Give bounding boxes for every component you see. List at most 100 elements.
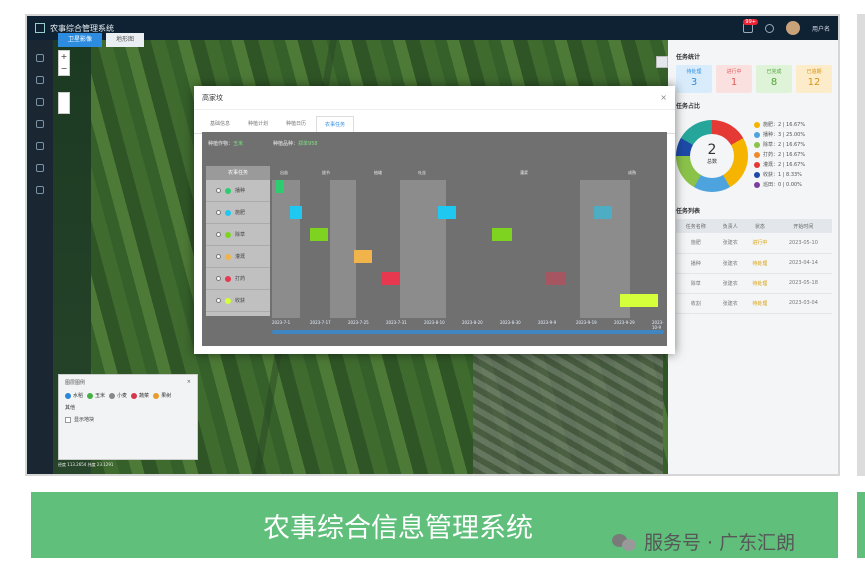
modal-tab[interactable]: 种植日历 [278, 116, 314, 133]
menu-icon[interactable] [36, 54, 44, 62]
legend-item[interactable]: 果树 [153, 392, 171, 399]
right-panel: 任务统计 待处理 3 进行中 1 已完成 8 已逾期 12 任务占比 2 总数 施肥：2 | 1… [668, 40, 838, 474]
table-row[interactable]: 收割 张建农 待处理 2023-03-04 [676, 293, 832, 314]
layers-icon[interactable] [58, 92, 70, 114]
modal-tabs: 基础信息 种植计划 种植日历 农事任务 [194, 110, 675, 134]
gantt-bar[interactable] [382, 272, 400, 285]
info-value: 玉米 [233, 141, 244, 147]
table-cell: 张建农 [715, 233, 746, 254]
table-title: 任务列表 [676, 208, 701, 215]
fullscreen-icon[interactable] [656, 56, 668, 68]
legend-label: 施肥：2 | 16.67% [763, 122, 806, 128]
home-icon[interactable] [36, 76, 44, 84]
radio-icon[interactable] [216, 276, 221, 281]
gantt-task-row[interactable]: 除草 [206, 224, 270, 246]
stat-value: 3 [690, 77, 698, 88]
gantt-bar[interactable] [354, 250, 372, 263]
gantt-bar[interactable] [594, 206, 612, 219]
legend-label: 收获：1 | 8.33% [763, 172, 802, 178]
stat-card[interactable]: 待处理 3 [676, 65, 712, 93]
show-parcels-checkbox[interactable]: 显示地块 [65, 416, 191, 423]
legend-item[interactable]: 水稻 [65, 392, 83, 399]
gantt-bar[interactable] [546, 272, 566, 285]
gantt-phase-label: 出苗 [280, 170, 288, 175]
grid-icon[interactable] [36, 186, 44, 194]
gantt-task-row[interactable]: 打药 [206, 268, 270, 290]
legend-close-button[interactable]: × [187, 379, 191, 386]
task-label: 打药 [235, 276, 246, 282]
legend-item[interactable]: 蔬菜 [131, 392, 149, 399]
gantt-left-header: 农事任务 [206, 166, 270, 180]
bell-icon[interactable]: 99+ [742, 19, 758, 33]
radio-icon[interactable] [216, 188, 221, 193]
legend-item[interactable]: 玉米 [87, 392, 105, 399]
gantt-bar[interactable] [276, 180, 284, 193]
donut-legend-item: 打药：2 | 16.67% [754, 151, 805, 158]
map-tabs: 卫星影像 地形图 [58, 33, 145, 47]
gantt-date-tick: 2023-9-29 [614, 320, 635, 325]
radio-icon[interactable] [216, 232, 221, 237]
legend-color-icon [131, 392, 138, 399]
location-icon[interactable] [36, 142, 44, 150]
settings-icon[interactable] [36, 120, 44, 128]
wechat-icon [612, 532, 638, 552]
modal-tab[interactable]: 农事任务 [316, 116, 355, 133]
stat-value: 1 [730, 77, 738, 88]
gantt-date-tick: 2023-10-9 [652, 320, 664, 330]
watermark-text: 服务号 · 广东汇朗 [644, 532, 796, 554]
table-row[interactable]: 播种 张建农 待处理 2023-04-14 [676, 253, 832, 274]
modal-tab[interactable]: 基础信息 [202, 116, 238, 133]
gantt-bar[interactable] [492, 228, 512, 241]
legend-dot-icon [754, 171, 760, 178]
table-cell: 2023-05-18 [774, 273, 832, 294]
tab-terrain[interactable]: 地形图 [106, 33, 145, 47]
modal-tab[interactable]: 种植计划 [240, 116, 276, 133]
legend-dot-icon [754, 161, 760, 168]
checkbox-icon[interactable] [65, 416, 71, 423]
gantt-task-row[interactable]: 施肥 [206, 202, 270, 224]
table-row[interactable]: 除草 张建农 待处理 2023-05-18 [676, 273, 832, 294]
gantt-bar[interactable] [310, 228, 328, 241]
legend-item[interactable]: 小麦 [109, 392, 127, 399]
stat-card[interactable]: 进行中 1 [716, 65, 752, 93]
stat-card[interactable]: 已逾期 12 [796, 65, 832, 93]
legend-label: 播种：3 | 25.00% [763, 132, 806, 138]
legend-item-label: 水稻 [73, 393, 84, 399]
donut-legend-item: 收获：1 | 8.33% [754, 171, 805, 178]
info-value: 郑单958 [298, 141, 318, 147]
task-color-icon [225, 253, 231, 260]
stat-card[interactable]: 已完成 8 [756, 65, 792, 93]
radio-icon[interactable] [216, 210, 221, 215]
gantt-task-row[interactable]: 灌溉 [206, 246, 270, 268]
crop-info-item: 种植作物：玉米 [208, 140, 243, 147]
user-name[interactable]: 用户名 [812, 24, 830, 33]
zoom-in-button[interactable]: + [59, 51, 69, 63]
top-bar: 农事综合管理系统 99+ 用户名 [27, 16, 838, 40]
zoom-out-button[interactable]: − [59, 63, 69, 75]
table-row[interactable]: 施肥 张建农 进行中 2023-05-10 [676, 233, 832, 254]
gantt-bar[interactable] [290, 206, 302, 219]
gantt-bar[interactable] [620, 294, 658, 307]
gantt-bar[interactable] [438, 206, 456, 219]
table-cell: 待处理 [745, 273, 775, 294]
table-cell: 张建农 [715, 273, 746, 294]
document-icon[interactable] [36, 164, 44, 172]
tab-satellite[interactable]: 卫星影像 [58, 33, 103, 47]
app-logo-icon [35, 23, 45, 33]
legend-title: 图层图例 [65, 380, 86, 386]
gantt-chart: 种植作物：玉米 种植品种：郑单958 农事任务 播种 施肥 除草 灌溉 打药 收获 出苗 拔节… [202, 132, 667, 346]
info-label: 种植品种： [273, 141, 299, 147]
app-title: 农事综合管理系统 [50, 23, 114, 33]
modal-close-button[interactable]: × [660, 93, 667, 102]
help-icon[interactable] [764, 23, 774, 33]
gantt-phase-label: 灌浆 [520, 170, 528, 175]
user-icon[interactable] [36, 98, 44, 106]
avatar[interactable] [785, 21, 800, 35]
watermark: 服务号 · 广东汇朗 [612, 528, 795, 555]
gantt-task-row[interactable]: 收获 [206, 290, 270, 312]
radio-icon[interactable] [216, 254, 221, 259]
gantt-scrollbar[interactable] [272, 330, 664, 334]
gantt-task-row[interactable]: 播种 [206, 180, 270, 202]
table-cell: 除草 [676, 273, 716, 294]
radio-icon[interactable] [216, 298, 221, 303]
